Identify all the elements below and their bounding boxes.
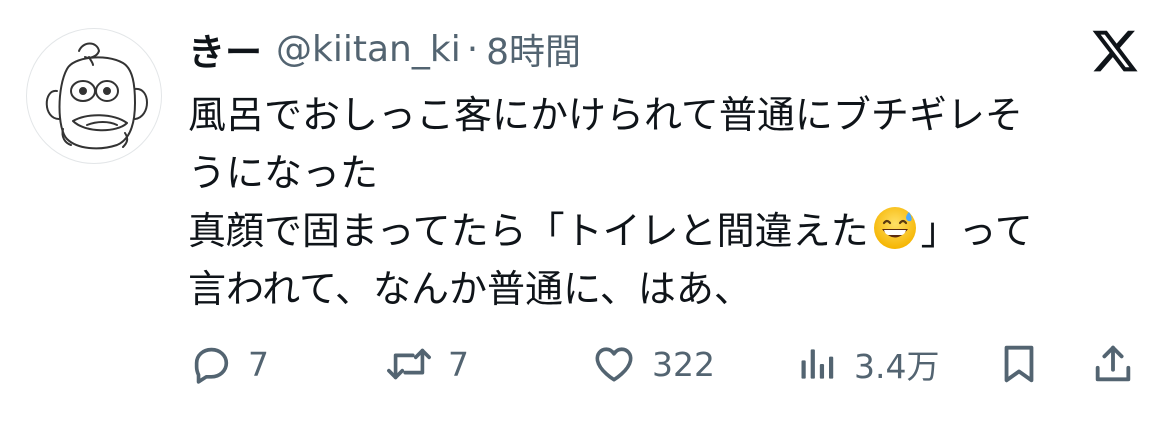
tweet-text-line-1: 風呂でおしっこ客にかけられて普通にブチギレそ (188, 93, 1023, 137)
reply-icon (194, 347, 229, 384)
tweet-text-line-2: うになった (188, 151, 379, 195)
tweet-text-line-3: 真顔で固まってたら「トイレと間違えた 」って (188, 202, 1138, 260)
views-icon (801, 349, 834, 379)
heart-icon (595, 347, 633, 382)
timestamp[interactable]: 8時間 (486, 23, 581, 75)
tweet-header: きー @kiitan_ki · 8時間 (188, 23, 581, 75)
retweet-count: 7 (448, 344, 469, 384)
reply-button[interactable]: 7 (188, 334, 269, 394)
grinning-face-with-sweat-emoji (871, 204, 919, 252)
reply-count: 7 (248, 344, 269, 384)
share-button[interactable] (1090, 334, 1136, 394)
share-icon (1095, 345, 1131, 382)
views-count: 3.4万 (854, 347, 940, 386)
user-handle[interactable]: @kiitan_ki (276, 29, 461, 70)
like-button[interactable]: 322 (590, 334, 715, 394)
tweet-text-line-3-start: 真顔で固まってたら「トイレと間違えた (188, 209, 869, 253)
action-bar: 7 7 322 3.4万 (0, 334, 1170, 394)
avatar[interactable] (26, 28, 162, 164)
x-logo-icon (1090, 26, 1140, 76)
retweet-button[interactable]: 7 (384, 334, 469, 394)
avatar-doodle-image (45, 42, 148, 150)
separator-dot: · (466, 28, 479, 70)
bookmark-icon (1004, 345, 1034, 383)
views-button[interactable]: 3.4万 (796, 334, 939, 394)
bookmark-button[interactable] (996, 334, 1042, 394)
display-name[interactable]: きー (188, 22, 262, 76)
like-count: 322 (652, 344, 715, 384)
tweet-text: 風呂でおしっこ客にかけられて普通にブチギレそ うになった 真顔で固まってたら「ト… (188, 86, 1138, 318)
tweet-text-line-3-end: 」って (920, 209, 1033, 253)
tweet-text-line-4: 言われて、なんか普通に、はあ、 (188, 267, 752, 311)
tweet: きー @kiitan_ki · 8時間 風呂でおしっこ客にかけられて普通にブチギ… (0, 0, 1170, 422)
retweet-icon (387, 348, 431, 380)
